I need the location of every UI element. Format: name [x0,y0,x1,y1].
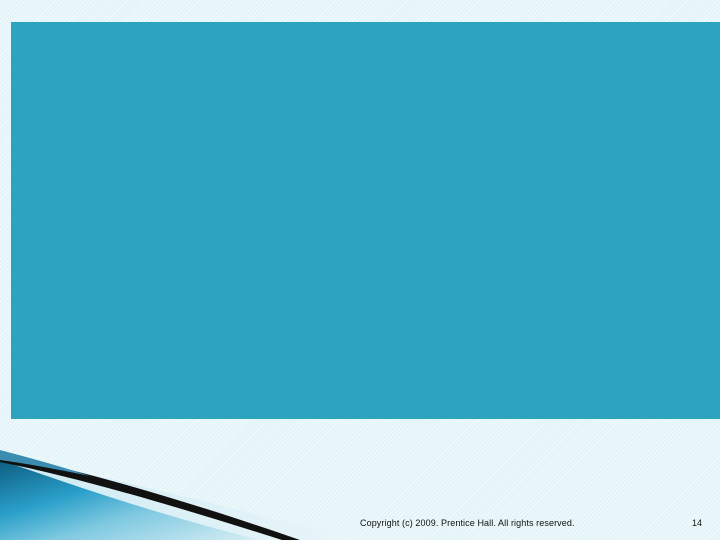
content-panel [11,22,720,419]
footer-copyright: Copyright (c) 2009. Prentice Hall. All r… [360,518,575,528]
footer-page-number: 14 [692,518,703,528]
slide: Copyright (c) 2009. Prentice Hall. All r… [0,0,720,540]
